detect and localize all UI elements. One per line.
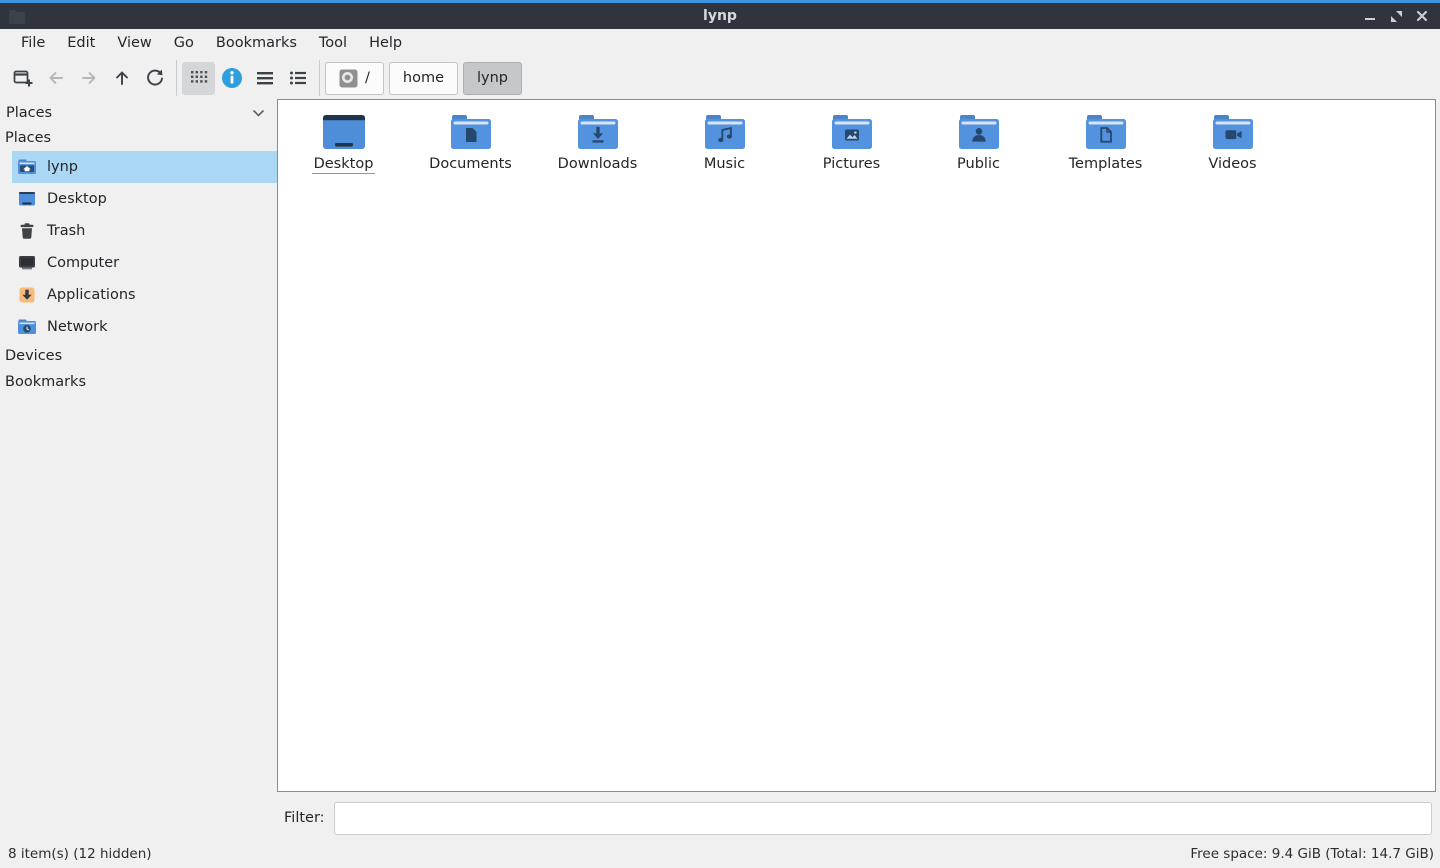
sidebar-pane-header[interactable]: Places [0, 99, 277, 125]
toolbar-separator [319, 60, 320, 96]
sidebar-section-devices[interactable]: Devices [0, 343, 277, 369]
close-button[interactable] [1412, 6, 1432, 26]
path-segment-lynp[interactable]: lynp [463, 62, 522, 95]
up-button[interactable] [105, 62, 138, 95]
menu-file[interactable]: File [10, 32, 56, 54]
file-item-downloads[interactable]: Downloads [534, 110, 661, 174]
file-item-label: Templates [1067, 156, 1145, 173]
home-folder-icon [18, 159, 36, 175]
sidebar-item-desktop[interactable]: Desktop [0, 183, 277, 215]
titlebar[interactable]: lynp [0, 3, 1440, 29]
sidebar-item-label: Computer [47, 255, 119, 271]
sidebar-section-places[interactable]: Places [0, 125, 277, 151]
menu-go[interactable]: Go [163, 32, 205, 54]
file-manager-window: lynp File Edit View Go Bookmarks Tool He… [0, 0, 1440, 868]
filter-bar: Filter: [0, 792, 1440, 844]
desktop-icon [18, 191, 36, 207]
network-icon [18, 319, 36, 335]
sidebar-item-label: lynp [47, 159, 78, 175]
videos-folder-icon [1213, 113, 1253, 149]
menu-edit[interactable]: Edit [56, 32, 106, 54]
file-item-documents[interactable]: Documents [407, 110, 534, 174]
file-item-desktop[interactable]: Desktop [280, 110, 407, 174]
path-segment-home[interactable]: home [389, 62, 458, 95]
path-segment-label: / [365, 70, 370, 86]
disk-icon [339, 69, 358, 88]
applications-icon [18, 287, 36, 303]
menu-tool[interactable]: Tool [308, 32, 358, 54]
file-item-label: Desktop [312, 156, 376, 174]
info-button[interactable] [215, 62, 248, 95]
file-view[interactable]: Desktop Documents Downloads Music [277, 99, 1436, 792]
status-item-count: 8 item(s) (12 hidden) [8, 846, 152, 862]
documents-folder-icon [451, 113, 491, 149]
sidebar-item-label: Network [47, 319, 108, 335]
menu-help[interactable]: Help [358, 32, 413, 54]
sidebar-item-applications[interactable]: Applications [0, 279, 277, 311]
downloads-folder-icon [578, 113, 618, 149]
toolbar: / home lynp [0, 57, 1440, 99]
file-item-label: Pictures [821, 156, 882, 173]
status-free-space: Free space: 9.4 GiB (Total: 14.7 GiB) [1190, 846, 1434, 862]
compact-view-button[interactable] [281, 62, 314, 95]
path-segment-label: home [403, 70, 444, 86]
back-button[interactable] [39, 62, 72, 95]
detailed-list-view-button[interactable] [248, 62, 281, 95]
computer-icon [18, 255, 36, 271]
trash-icon [18, 223, 36, 239]
file-item-label: Music [702, 156, 747, 173]
desktop-folder-icon [323, 113, 365, 149]
sidebar-item-trash[interactable]: Trash [0, 215, 277, 247]
refresh-button[interactable] [138, 62, 171, 95]
templates-folder-icon [1086, 113, 1126, 149]
forward-button[interactable] [72, 62, 105, 95]
chevron-down-icon [252, 109, 265, 117]
filter-input[interactable] [334, 802, 1432, 835]
file-item-music[interactable]: Music [661, 110, 788, 174]
sidebar-item-label: Desktop [47, 191, 107, 207]
pictures-folder-icon [832, 113, 872, 149]
menu-view[interactable]: View [106, 32, 162, 54]
menubar: File Edit View Go Bookmarks Tool Help [0, 29, 1440, 57]
music-folder-icon [705, 113, 745, 149]
path-segment-label: lynp [477, 70, 508, 86]
sidebar-item-network[interactable]: Network [0, 311, 277, 343]
icon-view-button[interactable] [182, 62, 215, 95]
file-item-label: Videos [1206, 156, 1258, 173]
window-title: lynp [0, 8, 1440, 24]
sidebar-item-label: Trash [47, 223, 85, 239]
file-item-videos[interactable]: Videos [1169, 110, 1296, 174]
file-item-label: Documents [427, 156, 514, 173]
filter-label: Filter: [284, 810, 325, 826]
sidebar-item-computer[interactable]: Computer [0, 247, 277, 279]
restore-button[interactable] [1386, 6, 1406, 26]
new-tab-button[interactable] [6, 62, 39, 95]
file-item-templates[interactable]: Templates [1042, 110, 1169, 174]
menu-bookmarks[interactable]: Bookmarks [205, 32, 308, 54]
pane-header-label: Places [6, 105, 52, 121]
status-bar: 8 item(s) (12 hidden) Free space: 9.4 Gi… [0, 844, 1440, 868]
sidebar: Places Places lynp Desktop Tras [0, 99, 277, 792]
file-item-label: Public [955, 156, 1002, 173]
sidebar-item-label: Applications [47, 287, 136, 303]
toolbar-separator [176, 60, 177, 96]
minimize-button[interactable] [1360, 6, 1380, 26]
file-item-label: Downloads [556, 156, 640, 173]
sidebar-item-lynp[interactable]: lynp [12, 151, 277, 183]
path-segment-root[interactable]: / [325, 62, 384, 95]
public-folder-icon [959, 113, 999, 149]
file-item-public[interactable]: Public [915, 110, 1042, 174]
file-item-pictures[interactable]: Pictures [788, 110, 915, 174]
sidebar-section-bookmarks[interactable]: Bookmarks [0, 369, 277, 395]
